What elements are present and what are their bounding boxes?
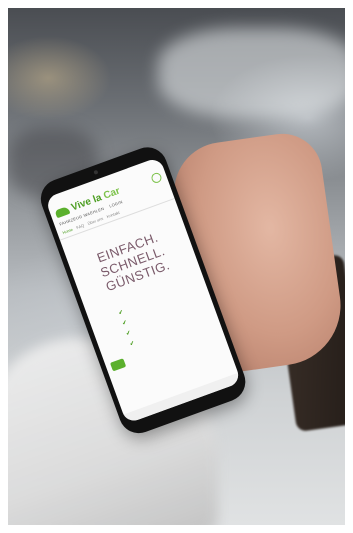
check-icon: ✔ — [117, 309, 125, 317]
tab-kontakt[interactable]: Kontakt — [106, 210, 120, 219]
car-logo-icon — [54, 205, 71, 218]
camera-icon — [93, 169, 99, 175]
background-blur — [158, 28, 345, 118]
cta-button[interactable] — [109, 358, 126, 372]
check-icon: ✔ — [121, 319, 129, 328]
check-icon: ✔ — [125, 330, 133, 338]
photo: Vive la Car FAHRZEUG WAEHLEN LOGIN Home … — [8, 8, 345, 525]
tab-faq[interactable]: FAQ — [76, 223, 85, 230]
check-icon: ✔ — [129, 340, 136, 348]
tab-ueber-uns[interactable]: Über uns — [87, 216, 104, 226]
bottom-nav-bar — [123, 372, 242, 424]
menu-icon[interactable] — [149, 171, 163, 184]
tab-home[interactable]: Home — [62, 227, 74, 235]
